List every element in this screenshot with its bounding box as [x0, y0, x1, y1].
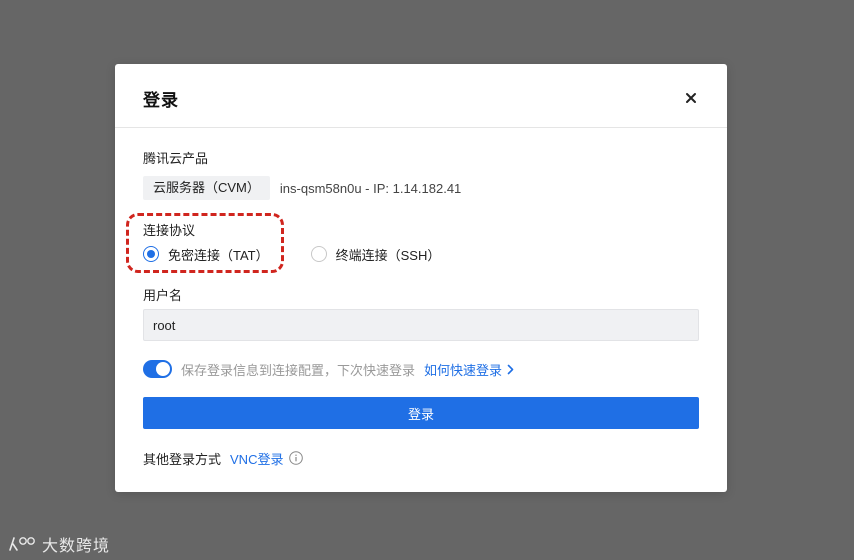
protocol-label: 连接协议	[143, 223, 196, 238]
protocol-radio-group: 免密连接（TAT） 终端连接（SSH）	[143, 244, 440, 264]
other-login-label: 其他登录方式	[143, 451, 222, 467]
save-config-row: 保存登录信息到连接配置，下次快速登录 如何快速登录	[143, 359, 514, 379]
product-row: 云服务器（CVM） ins-qsm58n0u - IP: 1.14.182.41	[143, 176, 461, 200]
username-input[interactable]	[143, 309, 699, 341]
quick-login-help-link[interactable]: 如何快速登录	[424, 360, 514, 379]
radio-ssh-label: 终端连接（SSH）	[335, 247, 441, 263]
username-label: 用户名	[143, 288, 183, 303]
radio-checked-icon	[143, 246, 159, 262]
instance-info: ins-qsm58n0u - IP: 1.14.182.41	[279, 180, 462, 196]
product-label: 腾讯云产品	[143, 151, 209, 166]
vnc-login-link[interactable]: VNC登录	[230, 449, 283, 468]
dialog-title: 登录	[143, 91, 179, 110]
radio-tat[interactable]: 免密连接（TAT）	[143, 245, 269, 264]
watermark-text: 大数跨境	[42, 538, 111, 555]
chevron-right-icon	[507, 364, 514, 374]
other-login-row: 其他登录方式 VNC登录	[143, 448, 304, 468]
product-tag: 云服务器（CVM）	[143, 176, 270, 200]
save-config-toggle[interactable]	[143, 360, 172, 378]
radio-ssh[interactable]: 终端连接（SSH）	[310, 245, 441, 264]
radio-tat-label: 免密连接（TAT）	[168, 247, 269, 263]
watermark: 大数跨境	[8, 532, 110, 556]
radio-unchecked-icon	[310, 246, 327, 262]
login-dialog: 登录 腾讯云产品 云服务器（CVM） ins-qsm58n0u - IP: 1.…	[115, 64, 727, 492]
save-config-text: 保存登录信息到连接配置，下次快速登录	[181, 362, 416, 378]
watermark-logo-icon	[9, 537, 35, 551]
close-icon	[686, 93, 696, 103]
header-divider	[115, 127, 727, 128]
login-button[interactable]: 登录	[143, 397, 699, 429]
quick-login-help-label: 如何快速登录	[424, 362, 503, 378]
close-button[interactable]	[683, 90, 699, 106]
info-icon[interactable]	[289, 451, 304, 465]
